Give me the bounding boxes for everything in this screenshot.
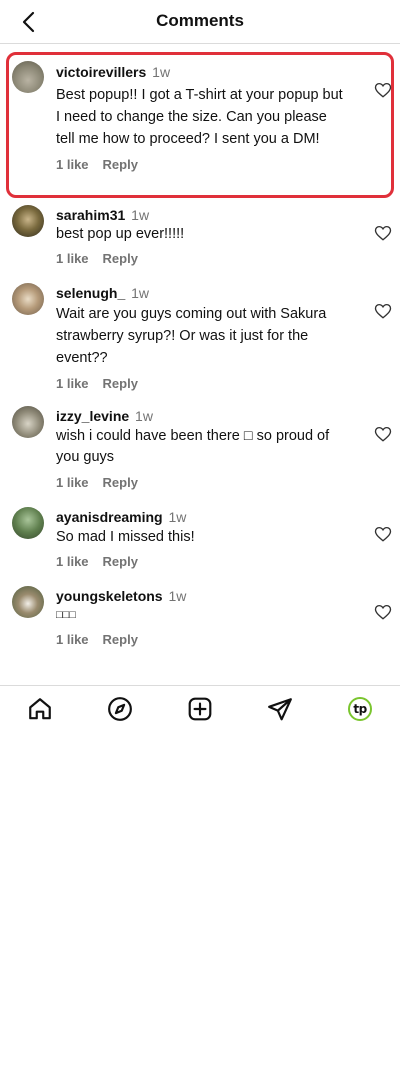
reply-button[interactable]: Reply bbox=[103, 554, 138, 569]
home-icon bbox=[29, 697, 51, 719]
header: Comments bbox=[0, 0, 400, 44]
comment-username[interactable]: selenugh_ bbox=[56, 285, 125, 301]
comment-time: 1w bbox=[135, 408, 153, 424]
like-count[interactable]: 1 like bbox=[56, 251, 89, 266]
comment-time: 1w bbox=[131, 207, 150, 223]
avatar[interactable] bbox=[12, 507, 44, 539]
tab-profile[interactable]: tp bbox=[340, 689, 380, 729]
comment-username[interactable]: ayanisdreaming bbox=[56, 509, 163, 525]
comment-text: wish i could have been there □ so proud … bbox=[56, 428, 330, 465]
comment-list: victoirevillers 1w Best popup!! I got a … bbox=[0, 52, 400, 659]
avatar[interactable] bbox=[12, 205, 44, 237]
comment-time: 1w bbox=[152, 64, 171, 80]
comment-item: ayanisdreaming 1w So mad I missed this! … bbox=[0, 501, 400, 580]
explore-icon bbox=[108, 696, 132, 721]
heart-icon[interactable] bbox=[374, 525, 392, 543]
reply-button[interactable]: Reply bbox=[103, 632, 138, 647]
heart-icon[interactable] bbox=[374, 224, 392, 242]
like-count[interactable]: 1 like bbox=[56, 475, 89, 490]
direct-message-icon bbox=[268, 697, 292, 720]
comment-time: 1w bbox=[168, 588, 187, 604]
comment-text: Best popup!! I got a T-shirt at your pop… bbox=[56, 87, 343, 147]
create-icon bbox=[188, 697, 212, 720]
comment-item: izzy_levine 1w wish i could have been th… bbox=[0, 400, 400, 501]
reply-button[interactable]: Reply bbox=[103, 251, 138, 266]
reply-button[interactable]: Reply bbox=[103, 475, 138, 490]
comment-time: 1w bbox=[168, 509, 187, 525]
comment-item: selenugh_ 1w Wait are you guys coming ou… bbox=[0, 277, 400, 400]
heart-icon[interactable] bbox=[374, 603, 392, 621]
comment-item: victoirevillers 1w Best popup!! I got a … bbox=[0, 52, 400, 198]
tab-home[interactable] bbox=[20, 689, 60, 729]
comment-item: sarahim31 1w best pop up ever!!!!! 1 lik… bbox=[0, 198, 400, 277]
comment-username[interactable]: sarahim31 bbox=[56, 207, 125, 223]
comment-username[interactable]: victoirevillers bbox=[56, 64, 146, 80]
avatar[interactable] bbox=[12, 406, 44, 438]
like-count[interactable]: 1 like bbox=[56, 554, 89, 569]
reply-button[interactable]: Reply bbox=[103, 376, 138, 391]
avatar[interactable] bbox=[12, 283, 44, 315]
like-count[interactable]: 1 like bbox=[56, 632, 89, 647]
tab-explore[interactable] bbox=[100, 689, 140, 729]
reply-button[interactable]: Reply bbox=[103, 157, 138, 172]
heart-icon[interactable] bbox=[374, 81, 392, 99]
comment-text: best pop up ever!!!!! bbox=[56, 226, 185, 242]
profile-icon: tp bbox=[348, 696, 372, 721]
tab-create[interactable] bbox=[180, 689, 220, 729]
like-count[interactable]: 1 like bbox=[56, 157, 89, 172]
comment-time: 1w bbox=[131, 285, 150, 301]
heart-icon[interactable] bbox=[374, 425, 392, 443]
bottom-tab-bar: tp bbox=[0, 685, 400, 731]
avatar[interactable] bbox=[12, 586, 44, 618]
page-title: Comments bbox=[156, 11, 244, 30]
comment-text: □□□ bbox=[56, 609, 76, 621]
avatar[interactable] bbox=[12, 61, 44, 93]
heart-icon[interactable] bbox=[374, 302, 392, 320]
comment-text: So mad I missed this! bbox=[56, 529, 195, 545]
comment-username[interactable]: izzy_levine bbox=[56, 408, 129, 424]
like-count[interactable]: 1 like bbox=[56, 376, 89, 391]
comment-text: Wait are you guys coming out with Sakura… bbox=[56, 306, 327, 366]
comment-username[interactable]: youngskeletons bbox=[56, 588, 163, 604]
tab-direct[interactable] bbox=[260, 689, 300, 729]
comment-item: youngskeletons 1w □□□ 1 like Reply bbox=[0, 580, 400, 659]
